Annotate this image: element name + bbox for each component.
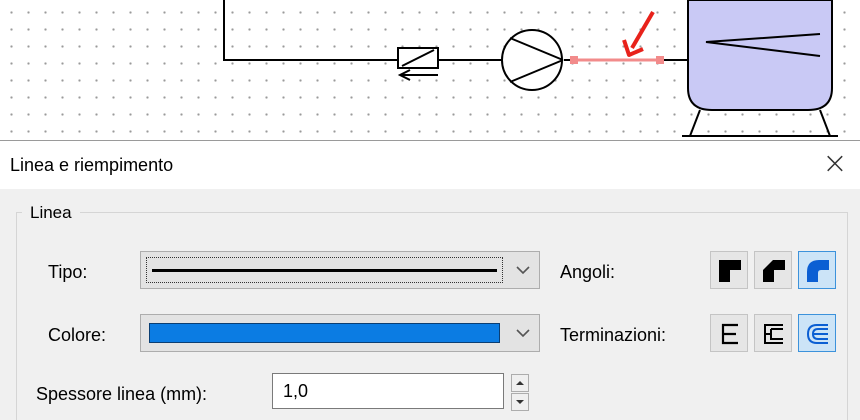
close-icon[interactable]: ×	[818, 147, 852, 181]
pipe-diagram	[223, 0, 838, 137]
spin-up-button[interactable]	[511, 374, 529, 392]
corner-bevel-button[interactable]	[754, 251, 792, 289]
terminazioni-label: Terminazioni:	[560, 325, 667, 345]
cap-butt-button[interactable]	[710, 314, 748, 352]
tipo-label: Tipo:	[48, 262, 88, 282]
pipe-left	[223, 0, 398, 61]
chevron-down-icon	[516, 329, 530, 338]
spessore-label: Spessore linea (mm):	[36, 384, 208, 404]
cap-square-button[interactable]	[754, 314, 792, 352]
corner-bevel-icon	[763, 260, 785, 282]
cap-butt-icon	[721, 323, 738, 345]
angoli-label: Angoli:	[560, 262, 616, 282]
line-group-label: Linea	[22, 203, 80, 223]
line-width-input[interactable]: 1,0	[272, 373, 504, 409]
dialog-titlebar: Linea e riempimento ×	[0, 141, 860, 189]
tank-symbol	[682, 0, 838, 137]
pump-symbol	[501, 29, 564, 91]
annotation-arrow	[622, 10, 655, 57]
corner-round-button[interactable]	[798, 251, 836, 289]
cap-round-button[interactable]	[798, 314, 836, 352]
spin-down-icon	[516, 400, 524, 404]
cap-square-icon	[764, 324, 783, 344]
dialog-title: Linea e riempimento	[10, 155, 174, 175]
spin-up-icon	[516, 381, 524, 385]
corner-square-icon	[719, 260, 741, 282]
line-type-dropdown[interactable]	[140, 251, 540, 289]
check-valve-symbol	[397, 47, 439, 81]
corner-square-button[interactable]	[710, 251, 748, 289]
colore-label: Colore:	[48, 325, 107, 345]
line-fill-dialog: Linea e riempimento × Linea Tipo: Colore…	[0, 140, 860, 420]
selected-pipe-segment	[570, 56, 664, 64]
chevron-down-icon	[516, 266, 530, 275]
line-color-swatch	[149, 323, 500, 343]
diagram-canvas[interactable]	[0, 0, 860, 142]
line-color-dropdown[interactable]	[140, 314, 540, 352]
line-style-sample	[152, 268, 497, 272]
corner-round-icon	[807, 260, 829, 282]
spin-down-button[interactable]	[511, 393, 529, 411]
cap-round-icon	[806, 324, 828, 344]
